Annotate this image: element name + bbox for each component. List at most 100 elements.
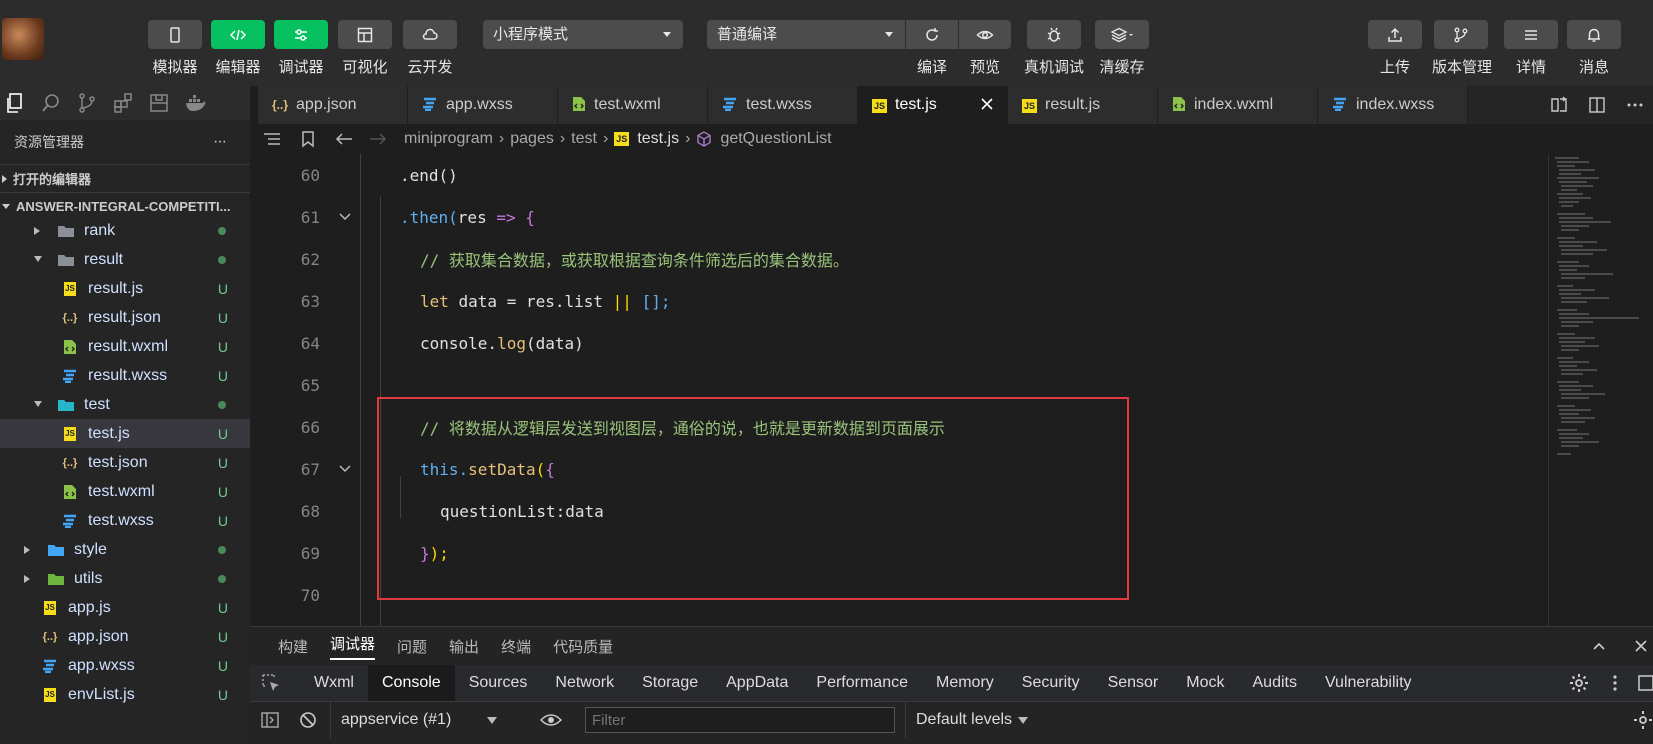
breadcrumb-test[interactable]: test <box>571 130 597 148</box>
version-button[interactable] <box>1434 20 1488 49</box>
devtools-tab-wxml[interactable]: Wxml <box>300 665 368 701</box>
chevron-up-icon[interactable] <box>1591 638 1607 654</box>
panel-tab-构建[interactable]: 构建 <box>278 636 308 657</box>
compile-button[interactable] <box>906 20 958 49</box>
docker-icon[interactable] <box>184 92 206 114</box>
tab-index-wxss[interactable]: index.wxss <box>1318 86 1468 124</box>
tree-item-result-json[interactable]: {..} result.json U <box>0 303 250 332</box>
extensions-icon[interactable] <box>112 92 134 114</box>
dock-icon[interactable] <box>1637 674 1653 692</box>
tab-app-wxss[interactable]: app.wxss <box>408 86 558 124</box>
simulator-button[interactable] <box>148 20 202 49</box>
split-editor-icon[interactable] <box>1587 95 1607 115</box>
devtools-tab-sensor[interactable]: Sensor <box>1094 665 1173 701</box>
context-select[interactable]: appservice (#1) <box>330 702 505 738</box>
tree-item-test-wxml[interactable]: test.wxml U <box>0 477 250 506</box>
devtools-tab-sources[interactable]: Sources <box>455 665 542 701</box>
clear-console-icon[interactable] <box>298 710 318 730</box>
mode-select[interactable]: 小程序模式 <box>483 20 683 49</box>
open-editors-section[interactable]: 打开的编辑器 <box>0 164 250 192</box>
panel-tab-输出[interactable]: 输出 <box>449 636 479 657</box>
visualize-button[interactable] <box>338 20 392 49</box>
tree-item-app-js[interactable]: JS app.js U <box>0 593 250 622</box>
clear-cache-button[interactable] <box>1095 20 1149 49</box>
tab-test-js[interactable]: JS test.js <box>858 86 1008 124</box>
devtools-tab-security[interactable]: Security <box>1008 665 1094 701</box>
fold-chevron-icon[interactable] <box>338 212 352 222</box>
tree-item-utils[interactable]: utils <box>0 564 250 593</box>
editor-button[interactable] <box>211 20 265 49</box>
code-token: .then( <box>400 207 458 227</box>
log-levels-select[interactable]: Default levels <box>905 702 1029 738</box>
tab-app-json[interactable]: {..} app.json <box>258 86 408 124</box>
compile-mode-select[interactable]: 普通编译 <box>707 20 905 49</box>
panel-tab-代码质量[interactable]: 代码质量 <box>553 636 613 657</box>
search-icon[interactable] <box>40 92 62 114</box>
inspect-element-icon[interactable] <box>260 672 282 694</box>
devtools-tab-network[interactable]: Network <box>541 665 628 701</box>
close-icon[interactable] <box>979 96 995 117</box>
cloud-button[interactable] <box>403 20 457 49</box>
devtools-tab-mock[interactable]: Mock <box>1172 665 1238 701</box>
avatar[interactable] <box>2 18 44 60</box>
panel-tab-问题[interactable]: 问题 <box>397 636 427 657</box>
console-filter-input[interactable] <box>585 707 895 733</box>
kebab-menu-icon[interactable] <box>1611 673 1619 693</box>
tree-item-result[interactable]: result <box>0 245 250 274</box>
tree-item-test-wxss[interactable]: test.wxss U <box>0 506 250 535</box>
back-arrow-icon[interactable] <box>334 131 354 147</box>
tree-item-rank[interactable]: rank <box>0 216 250 245</box>
sidebar-toggle-icon[interactable] <box>260 710 280 730</box>
tree-item-sitemap-json[interactable]: {..} sitemap.json U <box>0 709 250 717</box>
devtools-tab-performance[interactable]: Performance <box>802 665 922 701</box>
bookmark-icon[interactable] <box>300 130 316 148</box>
tree-item-envList-js[interactable]: JS envList.js U <box>0 680 250 709</box>
upload-button[interactable] <box>1368 20 1422 49</box>
breadcrumb-file[interactable]: test.js <box>637 130 679 148</box>
tree-item-result-js[interactable]: JS result.js U <box>0 274 250 303</box>
tab-test-wxss[interactable]: test.wxss <box>708 86 858 124</box>
details-button[interactable] <box>1504 20 1558 49</box>
files-icon[interactable] <box>4 92 26 114</box>
compare-icon[interactable] <box>1549 95 1569 115</box>
tab-result-js[interactable]: JS result.js <box>1008 86 1158 124</box>
devtools-tab-audits[interactable]: Audits <box>1239 665 1311 701</box>
console-settings-gear-icon[interactable] <box>1633 710 1653 730</box>
live-expression-eye-icon[interactable] <box>540 712 562 728</box>
devtools-tab-storage[interactable]: Storage <box>628 665 712 701</box>
tab-index-wxml[interactable]: index.wxml <box>1158 86 1318 124</box>
devtools-tab-vulnerability[interactable]: Vulnerability <box>1311 665 1426 701</box>
tree-item-test[interactable]: test <box>0 390 250 419</box>
storage-icon[interactable] <box>148 92 170 114</box>
settings-gear-icon[interactable] <box>1569 673 1589 693</box>
more-actions-icon[interactable] <box>1625 95 1645 115</box>
fold-chevron-icon[interactable] <box>338 464 352 474</box>
tree-item-test-json[interactable]: {..} test.json U <box>0 448 250 477</box>
breadcrumb-pages[interactable]: pages <box>510 130 554 148</box>
tree-item-app-json[interactable]: {..} app.json U <box>0 622 250 651</box>
outline-list-icon[interactable] <box>262 131 282 147</box>
devtools-tab-memory[interactable]: Memory <box>922 665 1008 701</box>
tree-item-result-wxml[interactable]: result.wxml U <box>0 332 250 361</box>
source-control-icon[interactable] <box>76 92 98 114</box>
devtools-tab-console[interactable]: Console <box>367 665 455 701</box>
tab-test-wxml[interactable]: test.wxml <box>558 86 708 124</box>
json-file-icon: {..} <box>42 630 58 643</box>
breadcrumb-miniprogram[interactable]: miniprogram <box>404 130 493 148</box>
messages-button[interactable] <box>1567 20 1621 49</box>
tree-item-result-wxss[interactable]: result.wxss U <box>0 361 250 390</box>
tree-item-app-wxss[interactable]: app.wxss U <box>0 651 250 680</box>
tree-item-test-js[interactable]: JS test.js U <box>0 419 250 448</box>
tree-item-style[interactable]: style <box>0 535 250 564</box>
breadcrumb-symbol[interactable]: getQuestionList <box>720 130 831 148</box>
minimap[interactable] <box>1548 154 1653 626</box>
preview-button[interactable] <box>959 20 1011 49</box>
debugger-button[interactable] <box>274 20 328 49</box>
explorer-more-button[interactable]: ··· <box>213 133 227 151</box>
real-debug-button[interactable] <box>1027 20 1081 49</box>
devtools-tab-appdata[interactable]: AppData <box>712 665 802 701</box>
panel-tab-终端[interactable]: 终端 <box>501 636 531 657</box>
close-icon[interactable] <box>1633 638 1649 654</box>
panel-tab-调试器[interactable]: 调试器 <box>330 633 376 660</box>
forward-arrow-icon[interactable] <box>368 131 388 147</box>
